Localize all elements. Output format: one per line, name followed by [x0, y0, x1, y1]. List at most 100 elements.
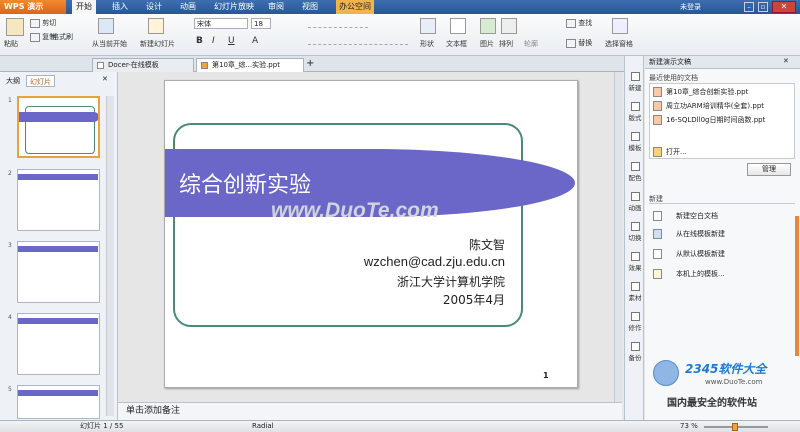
ppt-file-icon: [653, 87, 662, 97]
shape-icon[interactable]: [420, 18, 436, 34]
tool-edit[interactable]: 修作: [625, 312, 645, 332]
tab-review[interactable]: 审阅: [268, 0, 284, 14]
arrange-icon[interactable]: [501, 18, 517, 34]
tab-slides[interactable]: 幻灯片: [26, 75, 55, 87]
slide-thumb-3[interactable]: [17, 241, 100, 303]
replace-icon: [566, 38, 576, 48]
find-button[interactable]: 查找: [566, 18, 592, 28]
effect-icon: [630, 252, 640, 261]
recent-file-3[interactable]: 16-SQLDll0g日期时间函数.ppt: [653, 115, 765, 125]
textbox-icon[interactable]: [450, 18, 466, 34]
copy-icon: [30, 32, 40, 42]
underline-button[interactable]: U: [228, 36, 235, 46]
slide-thumb-2[interactable]: [17, 169, 100, 231]
doc-tab-docer[interactable]: Docer-在线模板: [92, 58, 194, 72]
recent-file-1[interactable]: 第10章_综合创新实验.ppt: [653, 87, 748, 97]
palette-icon: [630, 162, 640, 171]
tab-animation[interactable]: 动画: [180, 0, 196, 14]
tab-office-space[interactable]: 办公空间: [336, 0, 374, 14]
shape-button[interactable]: 形状: [420, 39, 434, 49]
open-link[interactable]: 打开...: [653, 147, 687, 157]
tool-assets[interactable]: 素材: [625, 282, 645, 302]
bullets-group[interactable]: [308, 18, 368, 28]
recent-file-2[interactable]: 周立功ARM培训精华(全套).ppt: [653, 101, 764, 111]
tab-home[interactable]: 开始: [72, 0, 96, 14]
local-template-link[interactable]: 本机上的模板...: [653, 269, 725, 279]
pane-accent-bar: [795, 216, 799, 356]
doc-tab-active[interactable]: 第10章_综...实验.ppt: [196, 58, 304, 72]
close-icon[interactable]: ✕: [772, 1, 796, 13]
notes-field[interactable]: 单击添加备注: [118, 402, 622, 420]
slide-email[interactable]: wzchen@cad.zju.edu.cn: [364, 254, 505, 269]
tab-view[interactable]: 视图: [302, 0, 318, 14]
picture-icon[interactable]: [480, 18, 496, 34]
scissors-icon: [30, 18, 40, 28]
slide-thumb-1[interactable]: [17, 96, 100, 158]
backup-icon: [630, 342, 640, 351]
slide[interactable]: 综合创新实验 www.DuoTe.com 陈文智 wzchen@cad.zju.…: [164, 80, 578, 388]
tool-new[interactable]: 新建: [625, 72, 645, 92]
select-pane-icon[interactable]: [612, 18, 628, 34]
thumb-number: 2: [8, 170, 12, 177]
paste-icon[interactable]: [6, 18, 24, 36]
restore-icon[interactable]: ▫: [758, 2, 768, 12]
outline-button[interactable]: 轮廓: [524, 39, 538, 49]
slide-date[interactable]: 2005年4月: [443, 291, 505, 308]
tab-design[interactable]: 设计: [146, 0, 162, 14]
new-default-template-link[interactable]: 从默认模板新建: [653, 249, 725, 259]
slide-author[interactable]: 陈文智: [469, 236, 505, 253]
tool-template[interactable]: 模板: [625, 132, 645, 152]
alignment-group[interactable]: [308, 35, 408, 45]
close-panel-icon[interactable]: ✕: [102, 75, 108, 83]
login-status[interactable]: 未登录: [680, 0, 701, 14]
slides-scrollbar[interactable]: [106, 96, 114, 416]
tool-transition[interactable]: 切换: [625, 222, 645, 242]
tab-insert[interactable]: 插入: [112, 0, 128, 14]
textbox-button[interactable]: 文本框: [446, 39, 467, 49]
minimize-icon[interactable]: –: [744, 2, 754, 12]
app-menu-button[interactable]: WPS 演示: [0, 0, 66, 14]
new-blank-link[interactable]: 新建空白文档: [653, 211, 718, 221]
slide-count: 幻灯片 1 / 55: [80, 422, 124, 430]
tool-label: 版式: [628, 114, 642, 122]
tool-animation[interactable]: 动画: [625, 192, 645, 212]
bold-button[interactable]: B: [196, 36, 203, 46]
tab-outline[interactable]: 大纲: [3, 75, 23, 87]
tool-color[interactable]: 配色: [625, 162, 645, 182]
select-pane-button[interactable]: 选择窗格: [605, 39, 633, 49]
slide-org[interactable]: 浙江大学计算机学院: [397, 273, 505, 290]
tool-effect[interactable]: 效果: [625, 252, 645, 272]
tool-backup[interactable]: 备份: [625, 342, 645, 362]
manage-button[interactable]: 管理: [747, 163, 791, 176]
new-icon: [630, 72, 640, 81]
canvas-scrollbar[interactable]: [614, 72, 622, 402]
cut-button[interactable]: 剪切: [30, 18, 56, 28]
play-from-current-icon[interactable]: [98, 18, 114, 34]
new-slide-button[interactable]: 新建幻灯片: [140, 39, 175, 49]
ppt-file-icon: [201, 61, 208, 69]
zoom-slider-handle[interactable]: [732, 423, 738, 431]
tab-slideshow[interactable]: 幻灯片放映: [214, 0, 254, 14]
font-name-select[interactable]: 宋体: [194, 18, 248, 29]
slides-panel: 大纲 幻灯片 ✕ 1 2 3 4 5: [0, 72, 118, 420]
font-color-button[interactable]: A: [252, 36, 258, 46]
new-online-template-link[interactable]: 从在线模板新建: [653, 229, 725, 239]
slide-title[interactable]: 综合创新实验: [179, 167, 311, 199]
font-size-select[interactable]: 18: [251, 18, 271, 29]
replace-button[interactable]: 替换: [566, 38, 592, 48]
format-painter-button[interactable]: 格式刷: [52, 32, 73, 42]
new-tab-button[interactable]: +: [306, 58, 314, 70]
slide-thumb-5[interactable]: [17, 385, 100, 419]
tool-layout[interactable]: 版式: [625, 102, 645, 122]
assets-icon: [630, 282, 640, 291]
picture-button[interactable]: 图片: [480, 39, 494, 49]
slide-thumb-4[interactable]: [17, 313, 100, 375]
new-slide-icon[interactable]: [148, 18, 164, 34]
close-pane-icon[interactable]: ✕: [783, 57, 789, 65]
brand-slogan: 国内最安全的软件站: [667, 398, 757, 409]
ribbon-toolbar: 粘贴 剪切 复制 格式刷 从当前开始 新建幻灯片 宋体 18 B I U A 形…: [0, 14, 800, 56]
paste-button[interactable]: 粘贴: [4, 39, 18, 49]
italic-button[interactable]: I: [212, 36, 215, 46]
from-current-button[interactable]: 从当前开始: [92, 39, 127, 49]
arrange-button[interactable]: 排列: [499, 39, 513, 49]
